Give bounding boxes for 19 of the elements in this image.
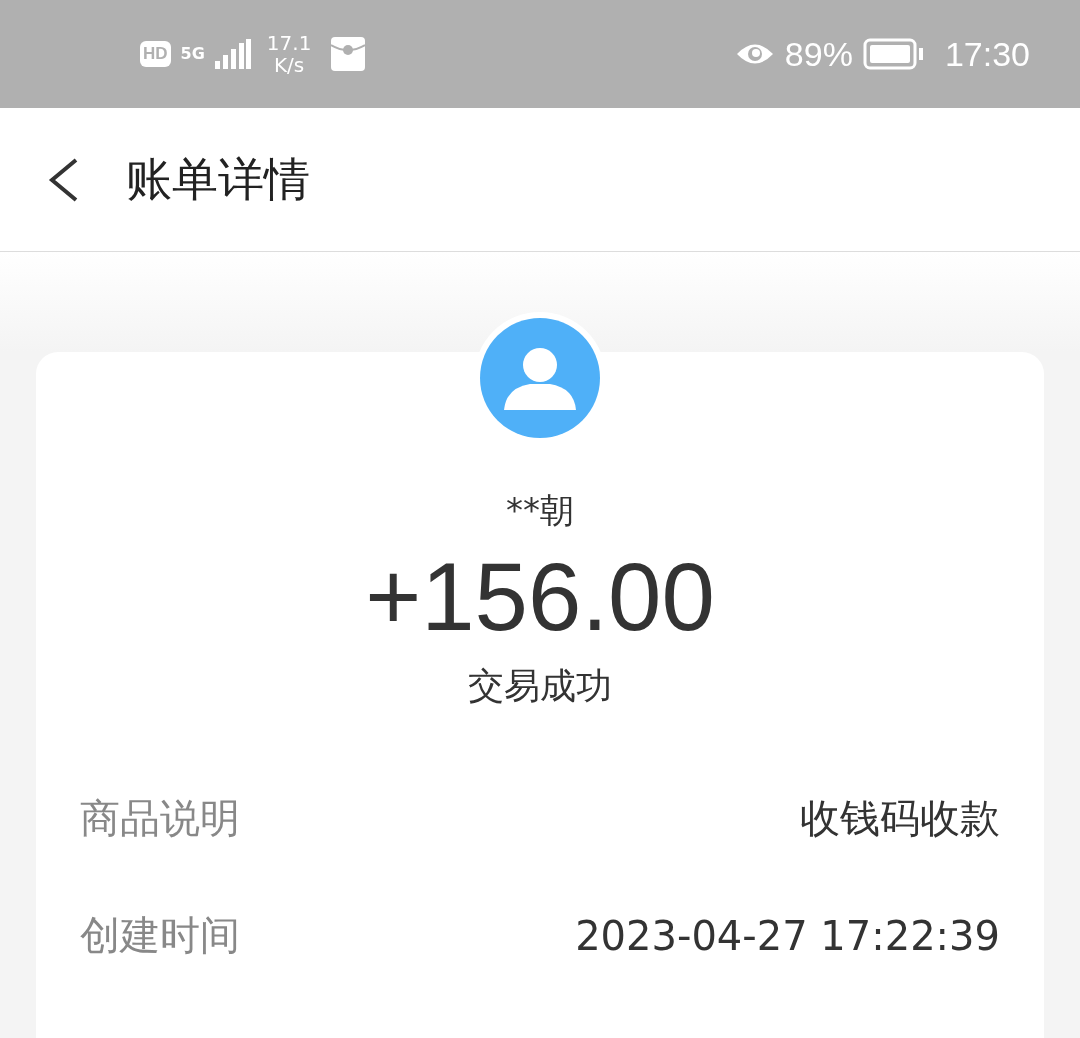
amount: +156.00 [365,542,715,652]
detail-label: 创建时间 [80,911,240,960]
speed-value: 17.1 [266,32,312,54]
detail-label: 商品说明 [80,794,240,843]
payer-name: **朝 [506,489,574,532]
hd-indicator: HD [140,41,171,67]
network-type: 5G [180,48,205,60]
battery-icon [862,38,925,70]
detail-value: 2023-04-27 17:22:39 [575,912,1000,959]
detail-value: 收钱码收款 [800,794,1000,843]
battery-percent: 89% [784,34,853,74]
avatar-icon [480,318,600,438]
envelope-icon [331,37,366,71]
back-icon[interactable] [46,157,80,202]
page-title: 账单详情 [126,150,310,208]
clock: 17:30 [944,34,1030,74]
signal-icon [214,39,251,69]
transaction-status: 交易成功 [468,664,612,708]
speed-unit: K/s [273,54,305,76]
